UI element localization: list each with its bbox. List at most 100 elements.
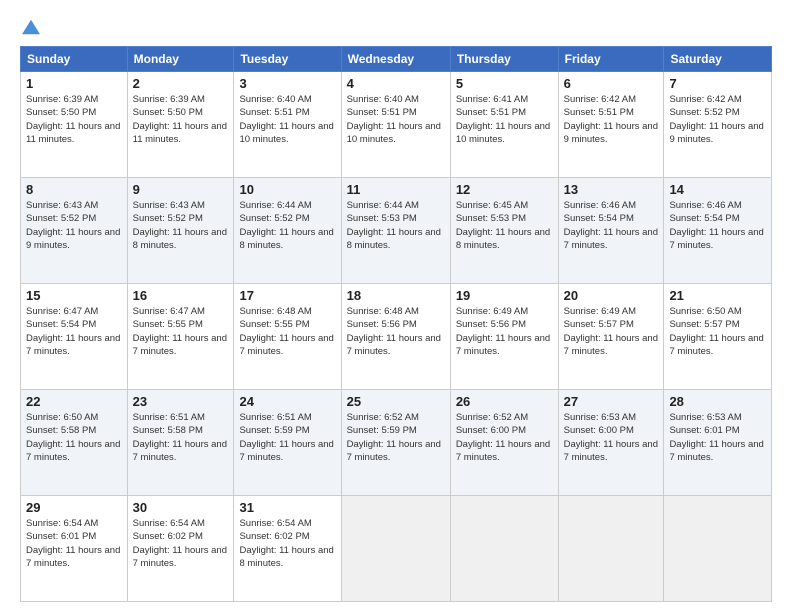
th-monday: Monday	[127, 47, 234, 72]
day-number: 9	[133, 182, 229, 197]
table-row: 18 Sunrise: 6:48 AMSunset: 5:56 PMDayligh…	[341, 284, 450, 390]
day-info: Sunrise: 6:50 AMSunset: 5:57 PMDaylight:…	[669, 305, 766, 358]
day-info: Sunrise: 6:42 AMSunset: 5:52 PMDaylight:…	[669, 93, 766, 146]
day-info: Sunrise: 6:49 AMSunset: 5:57 PMDaylight:…	[564, 305, 659, 358]
header	[20, 18, 772, 36]
day-info: Sunrise: 6:48 AMSunset: 5:55 PMDaylight:…	[239, 305, 335, 358]
day-info: Sunrise: 6:49 AMSunset: 5:56 PMDaylight:…	[456, 305, 553, 358]
day-info: Sunrise: 6:42 AMSunset: 5:51 PMDaylight:…	[564, 93, 659, 146]
table-row: 23 Sunrise: 6:51 AMSunset: 5:58 PMDayligh…	[127, 390, 234, 496]
day-info: Sunrise: 6:43 AMSunset: 5:52 PMDaylight:…	[133, 199, 229, 252]
header-row: Sunday Monday Tuesday Wednesday Thursday…	[21, 47, 772, 72]
table-row: 22 Sunrise: 6:50 AMSunset: 5:58 PMDayligh…	[21, 390, 128, 496]
day-number: 18	[347, 288, 445, 303]
table-row: 14Sunrise: 6:46 AMSunset: 5:54 PMDayligh…	[664, 178, 772, 284]
day-number: 12	[456, 182, 553, 197]
day-info: Sunrise: 6:45 AMSunset: 5:53 PMDaylight:…	[456, 199, 553, 252]
day-number: 30	[133, 500, 229, 515]
day-info: Sunrise: 6:52 AMSunset: 5:59 PMDaylight:…	[347, 411, 445, 464]
th-thursday: Thursday	[450, 47, 558, 72]
day-info: Sunrise: 6:40 AMSunset: 5:51 PMDaylight:…	[347, 93, 445, 146]
table-row: 29 Sunrise: 6:54 AMSunset: 6:01 PMDayligh…	[21, 496, 128, 602]
table-row	[341, 496, 450, 602]
day-info: Sunrise: 6:41 AMSunset: 5:51 PMDaylight:…	[456, 93, 553, 146]
table-row: 1 Sunrise: 6:39 AMSunset: 5:50 PMDaylight…	[21, 72, 128, 178]
table-row: 9 Sunrise: 6:43 AMSunset: 5:52 PMDaylight…	[127, 178, 234, 284]
table-row: 20Sunrise: 6:49 AMSunset: 5:57 PMDayligh…	[558, 284, 664, 390]
day-info: Sunrise: 6:50 AMSunset: 5:58 PMDaylight:…	[26, 411, 122, 464]
th-friday: Friday	[558, 47, 664, 72]
day-info: Sunrise: 6:44 AMSunset: 5:52 PMDaylight:…	[239, 199, 335, 252]
table-row: 30 Sunrise: 6:54 AMSunset: 6:02 PMDayligh…	[127, 496, 234, 602]
logo-icon	[22, 18, 40, 36]
table-row: 16 Sunrise: 6:47 AMSunset: 5:55 PMDayligh…	[127, 284, 234, 390]
day-info: Sunrise: 6:52 AMSunset: 6:00 PMDaylight:…	[456, 411, 553, 464]
day-info: Sunrise: 6:47 AMSunset: 5:55 PMDaylight:…	[133, 305, 229, 358]
table-row: 19 Sunrise: 6:49 AMSunset: 5:56 PMDayligh…	[450, 284, 558, 390]
th-saturday: Saturday	[664, 47, 772, 72]
day-number: 8	[26, 182, 122, 197]
day-number: 5	[456, 76, 553, 91]
calendar-row: 22 Sunrise: 6:50 AMSunset: 5:58 PMDayligh…	[21, 390, 772, 496]
table-row: 27 Sunrise: 6:53 AMSunset: 6:00 PMDayligh…	[558, 390, 664, 496]
table-row: 21 Sunrise: 6:50 AMSunset: 5:57 PMDayligh…	[664, 284, 772, 390]
day-info: Sunrise: 6:39 AMSunset: 5:50 PMDaylight:…	[26, 93, 122, 146]
table-row: 28 Sunrise: 6:53 AMSunset: 6:01 PMDayligh…	[664, 390, 772, 496]
day-info: Sunrise: 6:54 AMSunset: 6:02 PMDaylight:…	[239, 517, 335, 570]
day-number: 31	[239, 500, 335, 515]
table-row: 8Sunrise: 6:43 AMSunset: 5:52 PMDaylight…	[21, 178, 128, 284]
day-number: 19	[456, 288, 553, 303]
day-info: Sunrise: 6:47 AMSunset: 5:54 PMDaylight:…	[26, 305, 122, 358]
day-number: 28	[669, 394, 766, 409]
table-row: 24 Sunrise: 6:51 AMSunset: 5:59 PMDayligh…	[234, 390, 341, 496]
day-number: 29	[26, 500, 122, 515]
day-info: Sunrise: 6:53 AMSunset: 6:01 PMDaylight:…	[669, 411, 766, 464]
day-info: Sunrise: 6:51 AMSunset: 5:58 PMDaylight:…	[133, 411, 229, 464]
table-row	[558, 496, 664, 602]
table-row: 6Sunrise: 6:42 AMSunset: 5:51 PMDaylight…	[558, 72, 664, 178]
day-info: Sunrise: 6:51 AMSunset: 5:59 PMDaylight:…	[239, 411, 335, 464]
logo-text	[20, 18, 40, 36]
table-row: 31 Sunrise: 6:54 AMSunset: 6:02 PMDayligh…	[234, 496, 341, 602]
day-number: 23	[133, 394, 229, 409]
day-number: 2	[133, 76, 229, 91]
day-number: 7	[669, 76, 766, 91]
calendar-row: 29 Sunrise: 6:54 AMSunset: 6:01 PMDayligh…	[21, 496, 772, 602]
day-info: Sunrise: 6:46 AMSunset: 5:54 PMDaylight:…	[564, 199, 659, 252]
day-info: Sunrise: 6:40 AMSunset: 5:51 PMDaylight:…	[239, 93, 335, 146]
day-info: Sunrise: 6:53 AMSunset: 6:00 PMDaylight:…	[564, 411, 659, 464]
day-number: 4	[347, 76, 445, 91]
day-info: Sunrise: 6:54 AMSunset: 6:01 PMDaylight:…	[26, 517, 122, 570]
day-number: 14	[669, 182, 766, 197]
table-row: 4 Sunrise: 6:40 AMSunset: 5:51 PMDaylight…	[341, 72, 450, 178]
day-number: 3	[239, 76, 335, 91]
table-row: 10 Sunrise: 6:44 AMSunset: 5:52 PMDayligh…	[234, 178, 341, 284]
logo	[20, 18, 40, 36]
day-number: 22	[26, 394, 122, 409]
day-number: 17	[239, 288, 335, 303]
table-row: 12 Sunrise: 6:45 AMSunset: 5:53 PMDayligh…	[450, 178, 558, 284]
day-number: 26	[456, 394, 553, 409]
calendar-row: 15 Sunrise: 6:47 AMSunset: 5:54 PMDayligh…	[21, 284, 772, 390]
table-row: 5 Sunrise: 6:41 AMSunset: 5:51 PMDaylight…	[450, 72, 558, 178]
table-row: 11Sunrise: 6:44 AMSunset: 5:53 PMDayligh…	[341, 178, 450, 284]
day-number: 10	[239, 182, 335, 197]
day-number: 27	[564, 394, 659, 409]
day-info: Sunrise: 6:54 AMSunset: 6:02 PMDaylight:…	[133, 517, 229, 570]
table-row: 26 Sunrise: 6:52 AMSunset: 6:00 PMDayligh…	[450, 390, 558, 496]
th-wednesday: Wednesday	[341, 47, 450, 72]
day-number: 1	[26, 76, 122, 91]
table-row	[664, 496, 772, 602]
page: Sunday Monday Tuesday Wednesday Thursday…	[0, 0, 792, 612]
table-row: 2 Sunrise: 6:39 AMSunset: 5:50 PMDaylight…	[127, 72, 234, 178]
th-tuesday: Tuesday	[234, 47, 341, 72]
table-row: 15 Sunrise: 6:47 AMSunset: 5:54 PMDayligh…	[21, 284, 128, 390]
day-number: 16	[133, 288, 229, 303]
day-number: 15	[26, 288, 122, 303]
table-row: 25Sunrise: 6:52 AMSunset: 5:59 PMDayligh…	[341, 390, 450, 496]
table-row: 13Sunrise: 6:46 AMSunset: 5:54 PMDayligh…	[558, 178, 664, 284]
day-number: 21	[669, 288, 766, 303]
day-info: Sunrise: 6:39 AMSunset: 5:50 PMDaylight:…	[133, 93, 229, 146]
day-info: Sunrise: 6:48 AMSunset: 5:56 PMDaylight:…	[347, 305, 445, 358]
day-number: 24	[239, 394, 335, 409]
